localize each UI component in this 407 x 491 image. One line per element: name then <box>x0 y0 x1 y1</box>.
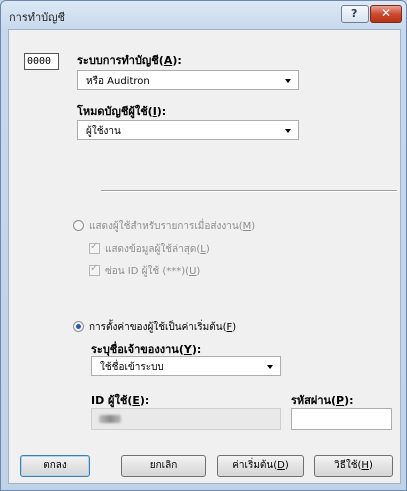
last-user-label: แสดงข้อมูลผู้ใช้ล่าสุด(L) <box>105 244 210 255</box>
window-title: การทำบัญชี <box>9 11 65 24</box>
passcode-field[interactable] <box>291 408 392 430</box>
ok-button[interactable]: ตกลง <box>20 455 90 477</box>
accounting-system-value: หรือ Auditron <box>86 76 150 87</box>
separator <box>101 190 397 192</box>
accounting-system-select[interactable]: หรือ Auditron <box>77 70 299 90</box>
hide-id-checkbox[interactable]: ✓ <box>89 263 100 276</box>
job-owner-select[interactable]: ใช้ชื่อเข้าระบบ <box>91 356 281 376</box>
chevron-down-icon <box>285 79 291 83</box>
chevron-down-icon <box>267 365 273 369</box>
passcode-label: รหัสผ่าน(P): <box>291 394 354 407</box>
defaults-radio[interactable] <box>73 321 84 332</box>
accounting-system-label: ระบบการทำบัญชี(A): <box>77 54 182 67</box>
counter-icon: 0000 <box>24 53 59 70</box>
help-button[interactable]: วิธีใช้(H) <box>314 455 393 477</box>
masked-user-id <box>99 415 121 423</box>
user-mode-label: โหมดบัญชีผู้ใช้(I): <box>77 105 167 118</box>
close-button[interactable]: ✕ <box>370 5 402 23</box>
user-mode-select[interactable]: ผู้ใช้งาน <box>77 120 299 140</box>
user-id-field[interactable] <box>91 408 281 430</box>
show-prompt-label: แสดงผู้ใช้สำหรับรายการเมื่อส่งงาน(M) <box>89 221 256 232</box>
dialog-body: 0000 ระบบการทำบัญชี(A): หรือ Auditron โห… <box>8 29 401 484</box>
counter-digits: 0000 <box>27 56 52 67</box>
close-icon: ✕ <box>381 6 392 20</box>
restore-defaults-button[interactable]: ค่าเริ่มต้น(D) <box>217 455 304 477</box>
accounting-dialog: การทำบัญชี ? ✕ 0000 ระบบการทำบัญชี(A): ห… <box>0 0 407 491</box>
user-mode-value: ผู้ใช้งาน <box>86 126 121 137</box>
checkmark-icon: ✓ <box>90 241 99 252</box>
last-user-checkbox[interactable]: ✓ <box>89 241 100 254</box>
user-id-label: ID ผู้ใช้(E): <box>91 394 150 407</box>
checkmark-icon: ✓ <box>90 263 99 274</box>
hide-id-label: ซ่อน ID ผู้ใช้ (***)(U) <box>105 266 201 277</box>
job-owner-value: ใช้ชื่อเข้าระบบ <box>100 362 164 373</box>
chevron-down-icon <box>285 129 291 133</box>
cancel-button[interactable]: ยกเลิก <box>121 455 206 477</box>
help-icon: ? <box>351 7 358 20</box>
defaults-label: การตั้งค่าของผู้ใช้เป็นค่าเริ่มต้น(F) <box>89 322 237 333</box>
title-bar: การทำบัญชี ? ✕ <box>1 1 406 29</box>
help-title-button[interactable]: ? <box>341 5 369 23</box>
show-prompt-radio[interactable] <box>73 220 84 231</box>
